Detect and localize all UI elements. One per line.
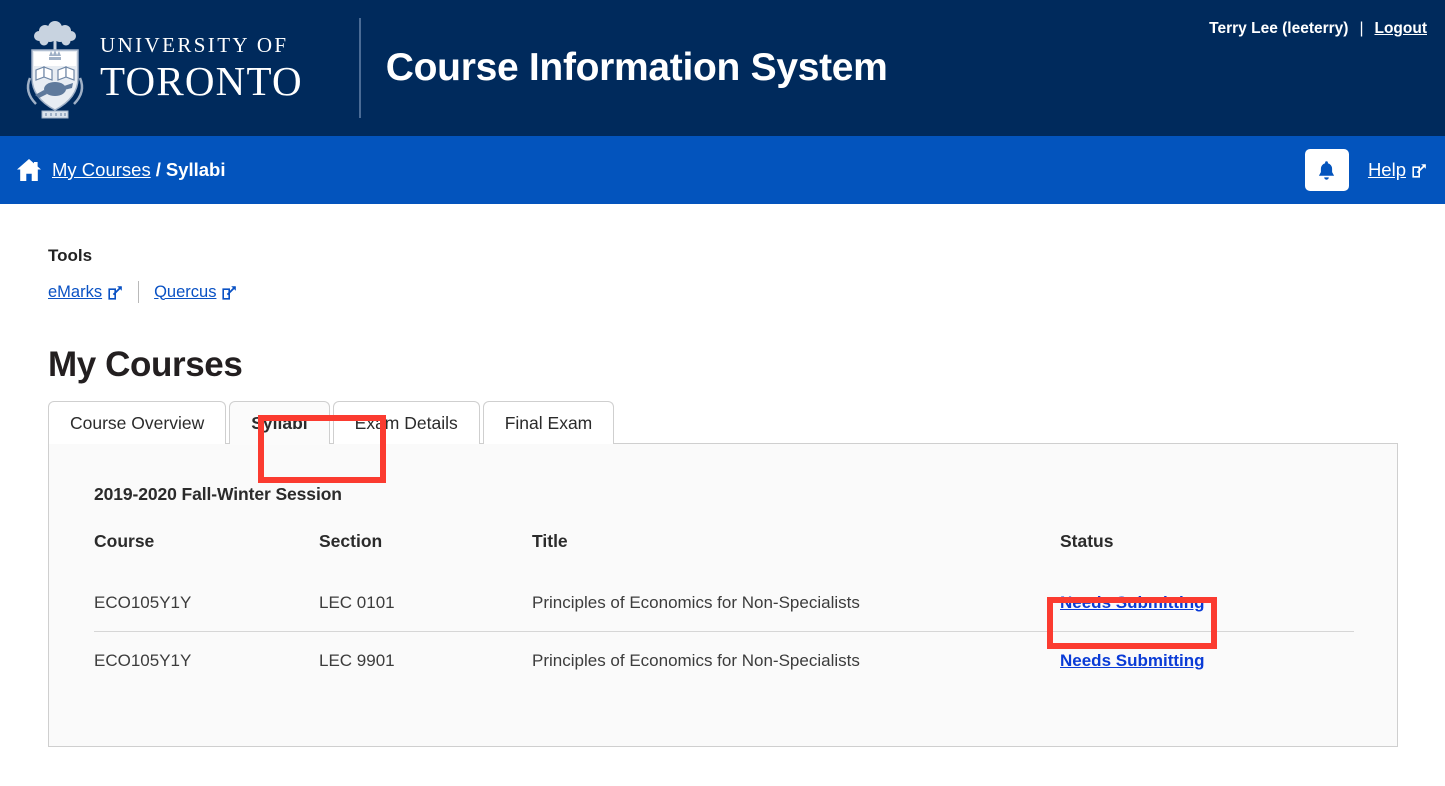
- user-name: Terry Lee (leeterry): [1209, 20, 1348, 38]
- home-icon[interactable]: [16, 158, 42, 182]
- notifications-button[interactable]: [1305, 149, 1349, 191]
- tab-bar: Course Overview Syllabi Exam Details Fin…: [48, 401, 1445, 444]
- logout-link[interactable]: Logout: [1374, 20, 1427, 38]
- site-header: UNIVERSITY OF TORONTO Course Information…: [0, 0, 1445, 136]
- breadcrumb: My Courses / Syllabi: [16, 158, 225, 182]
- page-title: My Courses: [48, 345, 1445, 385]
- column-header-section: Section: [319, 531, 532, 574]
- cell-status: Needs Submitting: [1060, 574, 1354, 632]
- cell-section: LEC 0101: [319, 574, 532, 632]
- cell-course: ECO105Y1Y: [94, 574, 319, 632]
- table-row: ECO105Y1Y LEC 9901 Principles of Economi…: [94, 632, 1354, 690]
- syllabi-panel: 2019-2020 Fall-Winter Session Course Sec…: [48, 443, 1398, 747]
- tools-heading: Tools: [48, 246, 1445, 266]
- session-label: 2019-2020 Fall-Winter Session: [94, 484, 1397, 505]
- tool-link-quercus[interactable]: Quercus: [154, 283, 237, 302]
- breadcrumb-separator: /: [156, 159, 161, 181]
- tab-course-overview[interactable]: Course Overview: [48, 401, 226, 444]
- tab-exam-details[interactable]: Exam Details: [333, 401, 480, 444]
- tool-link-quercus-label: Quercus: [154, 283, 216, 302]
- breadcrumb-item-my-courses[interactable]: My Courses: [52, 159, 151, 181]
- help-label: Help: [1368, 159, 1406, 181]
- external-link-icon: [108, 285, 123, 300]
- column-header-course: Course: [94, 531, 319, 574]
- breadcrumb-item-current: Syllabi: [166, 159, 226, 181]
- tool-link-emarks[interactable]: eMarks: [48, 283, 123, 302]
- table-row: ECO105Y1Y LEC 0101 Principles of Economi…: [94, 574, 1354, 632]
- syllabi-table: Course Section Title Status ECO105Y1Y LE…: [94, 531, 1354, 689]
- tab-final-exam[interactable]: Final Exam: [483, 401, 615, 444]
- main-content: Tools eMarks Quercus My Courses Course O…: [0, 246, 1445, 747]
- cell-section: LEC 9901: [319, 632, 532, 690]
- wordmark-line-2: TORONTO: [100, 61, 303, 102]
- table-header-row: Course Section Title Status: [94, 531, 1354, 574]
- tools-links: eMarks Quercus: [48, 281, 1445, 303]
- tool-link-emarks-label: eMarks: [48, 283, 102, 302]
- bell-icon: [1317, 160, 1336, 181]
- uoft-crest-icon: [22, 16, 88, 120]
- user-separator: |: [1359, 20, 1363, 38]
- user-session-area: Terry Lee (leeterry) | Logout: [1209, 20, 1427, 38]
- breadcrumb-actions: Help: [1305, 149, 1427, 191]
- column-header-title: Title: [532, 531, 1060, 574]
- breadcrumb-bar: My Courses / Syllabi Help: [0, 136, 1445, 204]
- app-title: Course Information System: [386, 46, 888, 90]
- cell-title: Principles of Economics for Non-Speciali…: [532, 574, 1060, 632]
- uoft-logo[interactable]: UNIVERSITY OF TORONTO: [0, 0, 303, 136]
- wordmark-line-1: UNIVERSITY OF: [100, 35, 303, 56]
- status-link-needs-submitting[interactable]: Needs Submitting: [1060, 651, 1205, 670]
- cell-status: Needs Submitting: [1060, 632, 1354, 690]
- header-divider: [359, 18, 361, 118]
- uoft-wordmark: UNIVERSITY OF TORONTO: [100, 35, 303, 102]
- tab-syllabi[interactable]: Syllabi: [229, 401, 329, 444]
- help-link[interactable]: Help: [1368, 159, 1427, 181]
- tools-divider: [138, 281, 139, 303]
- external-link-icon: [1412, 163, 1427, 178]
- status-link-needs-submitting[interactable]: Needs Submitting: [1060, 593, 1205, 612]
- cell-title: Principles of Economics for Non-Speciali…: [532, 632, 1060, 690]
- external-link-icon: [222, 285, 237, 300]
- column-header-status: Status: [1060, 531, 1354, 574]
- cell-course: ECO105Y1Y: [94, 632, 319, 690]
